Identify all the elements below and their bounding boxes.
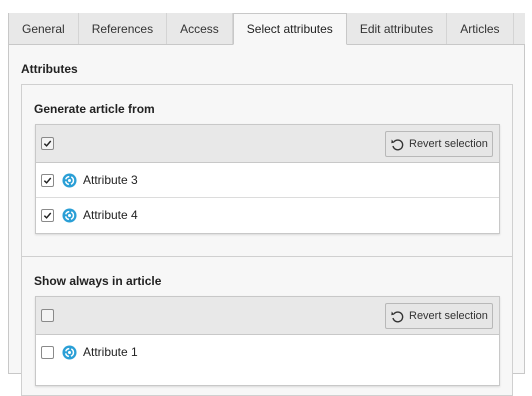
select-all-checkbox[interactable] (41, 137, 54, 150)
attributes-panel: Attributes Generate article from Revert … (8, 44, 525, 396)
select-all-checkbox[interactable] (41, 309, 54, 322)
revert-icon (391, 138, 404, 150)
list-item[interactable]: Attribute 3 (36, 163, 499, 198)
revert-label: Revert selection (409, 138, 488, 150)
tab-references[interactable]: References (78, 13, 168, 45)
checkmark-icon (43, 177, 52, 184)
generate-article-title: Generate article from (34, 102, 155, 116)
checkmark-icon (43, 140, 52, 147)
show-always-grid: Revert selection Attribute 1 (35, 296, 500, 386)
list-item[interactable]: Attribute 1 (36, 335, 499, 370)
row-checkbox[interactable] (41, 346, 54, 359)
attribute-label: Attribute 3 (83, 173, 138, 187)
tab-access[interactable]: Access (167, 13, 233, 45)
generate-article-grid: Revert selection Attribute 3 Attribute 4 (35, 124, 500, 234)
show-always-title: Show always in article (34, 274, 162, 288)
attribute-icon (62, 208, 77, 223)
attribute-icon (62, 173, 77, 188)
generate-article-fieldset: Generate article from Revert selection A… (21, 84, 513, 257)
row-checkbox[interactable] (41, 209, 54, 222)
tab-bar-filler (513, 13, 525, 45)
tab-label: Edit attributes (359, 21, 434, 36)
tab-label: Select attributes (246, 22, 333, 36)
attribute-icon (62, 345, 77, 360)
tab-edit-attributes[interactable]: Edit attributes (346, 13, 448, 45)
checkmark-icon (43, 212, 52, 219)
grid-header: Revert selection (36, 125, 499, 163)
tab-label: General (22, 21, 65, 36)
attribute-label: Attribute 1 (83, 345, 138, 359)
row-checkbox[interactable] (41, 174, 54, 187)
tab-label: Access (180, 21, 219, 36)
revert-selection-button[interactable]: Revert selection (385, 131, 493, 157)
show-always-fieldset: Show always in article Revert selection (21, 256, 513, 396)
revert-icon (391, 310, 404, 322)
revert-selection-button[interactable]: Revert selection (385, 303, 493, 329)
list-item[interactable]: Attribute 4 (36, 198, 499, 233)
tab-bar: General References Access Select attribu… (8, 13, 525, 45)
panel-title: Attributes (21, 62, 78, 76)
attribute-label: Attribute 4 (83, 208, 138, 222)
revert-label: Revert selection (409, 310, 488, 322)
tab-general[interactable]: General (8, 13, 79, 45)
tab-label: Articles (460, 21, 500, 36)
tab-articles[interactable]: Articles (447, 13, 514, 45)
grid-header: Revert selection (36, 297, 499, 335)
tab-label: References (91, 21, 154, 36)
tab-select-attributes[interactable]: Select attributes (232, 13, 347, 45)
